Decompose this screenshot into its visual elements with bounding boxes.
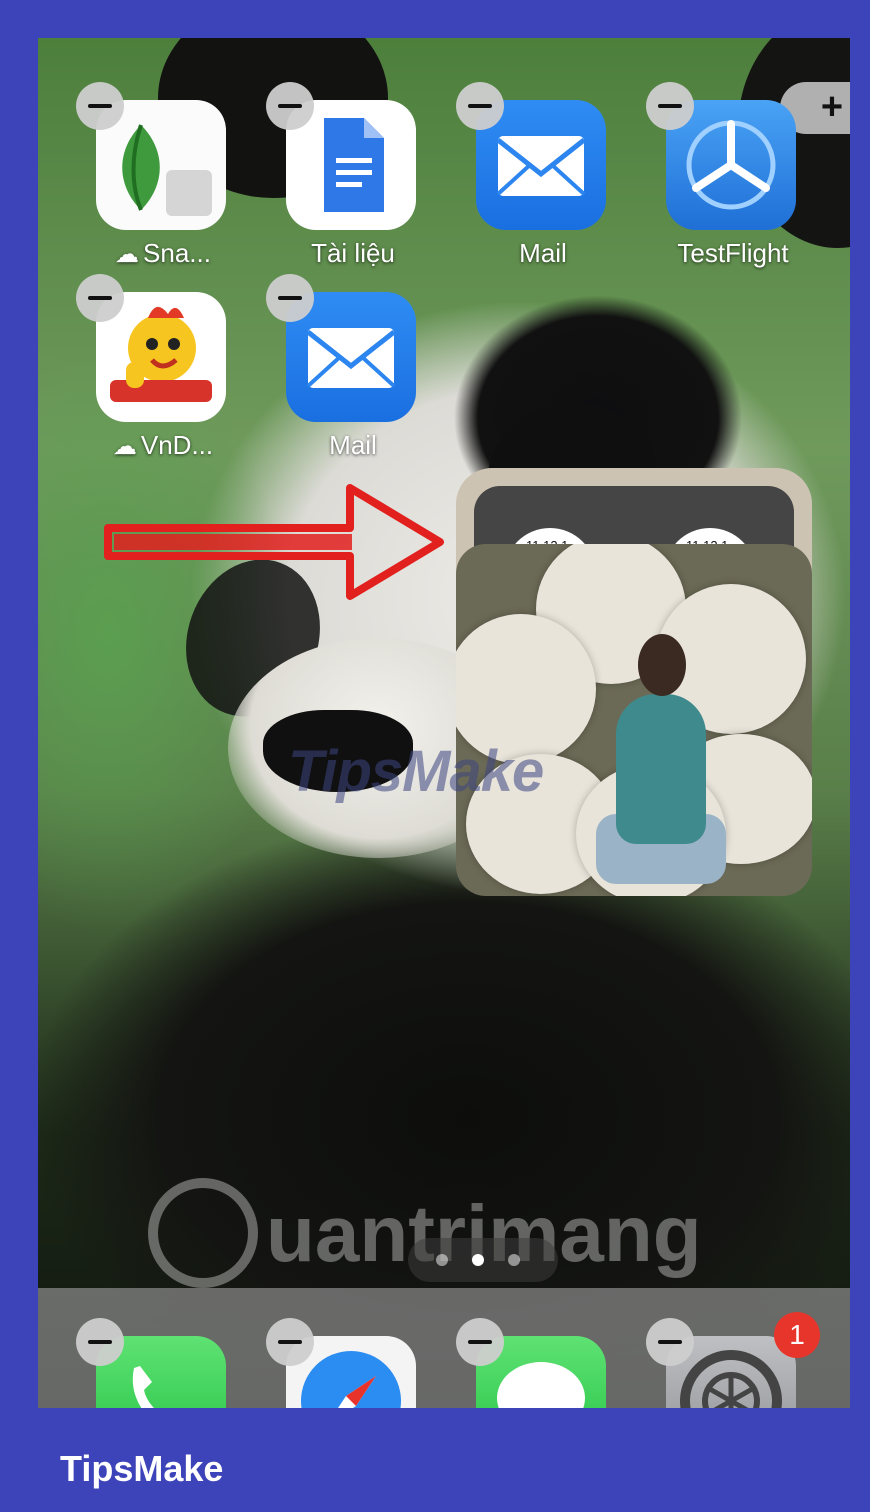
page-dot xyxy=(436,1254,448,1266)
app-vndoc[interactable]: ☁ VnD... xyxy=(38,230,228,460)
app-snapseed[interactable]: ☁ Sna... xyxy=(38,38,228,268)
remove-app-icon[interactable] xyxy=(266,274,314,322)
remove-app-icon[interactable] xyxy=(456,82,504,130)
dock-app-safari[interactable] xyxy=(228,1274,418,1408)
remove-app-icon[interactable] xyxy=(76,82,124,130)
remove-app-icon[interactable] xyxy=(646,82,694,130)
lightbulb-icon xyxy=(148,1178,258,1288)
app-label: ☁ VnD... xyxy=(78,430,248,461)
notification-badge: 1 xyxy=(774,1312,820,1358)
remove-app-icon[interactable] xyxy=(266,82,314,130)
app-testflight[interactable]: TestFlight xyxy=(608,38,798,268)
app-docs[interactable]: Tài liệu xyxy=(228,38,418,268)
page-dot xyxy=(472,1254,484,1266)
remove-app-icon[interactable] xyxy=(456,1318,504,1366)
remove-app-icon[interactable] xyxy=(76,274,124,322)
dock: 1 xyxy=(38,1288,850,1408)
tipsmake-watermark: TipsMake xyxy=(288,739,544,804)
photo-person xyxy=(616,694,706,844)
app-label-text: VnD... xyxy=(140,430,214,460)
remove-app-icon[interactable] xyxy=(646,1318,694,1366)
app-label: Mail xyxy=(519,238,567,268)
app-label: Mail xyxy=(329,430,377,460)
photo-person xyxy=(638,634,686,696)
dock-app-messages[interactable] xyxy=(418,1274,608,1408)
dock-app-phone[interactable] xyxy=(38,1274,228,1408)
photo-widget[interactable] xyxy=(456,544,812,896)
photo-widget-stack[interactable]: 11 12 1 11 12 1 xyxy=(456,468,812,898)
app-mail[interactable]: Mail xyxy=(418,38,608,268)
cloud-download-icon: ☁ xyxy=(112,433,137,460)
drag-arrow-icon xyxy=(104,484,444,600)
app-label: TestFlight xyxy=(677,238,789,268)
iphone-home-screen: + ☁ Sna... Tài liệu Mail TestFlight ☁ Vn… xyxy=(38,38,850,1408)
remove-app-icon[interactable] xyxy=(76,1318,124,1366)
dock-app-settings[interactable]: 1 xyxy=(608,1274,820,1408)
app-mail[interactable]: Mail xyxy=(228,230,418,460)
remove-app-icon[interactable] xyxy=(266,1318,314,1366)
footer-brand: TipsMake xyxy=(60,1448,224,1489)
page-dot xyxy=(508,1254,520,1266)
